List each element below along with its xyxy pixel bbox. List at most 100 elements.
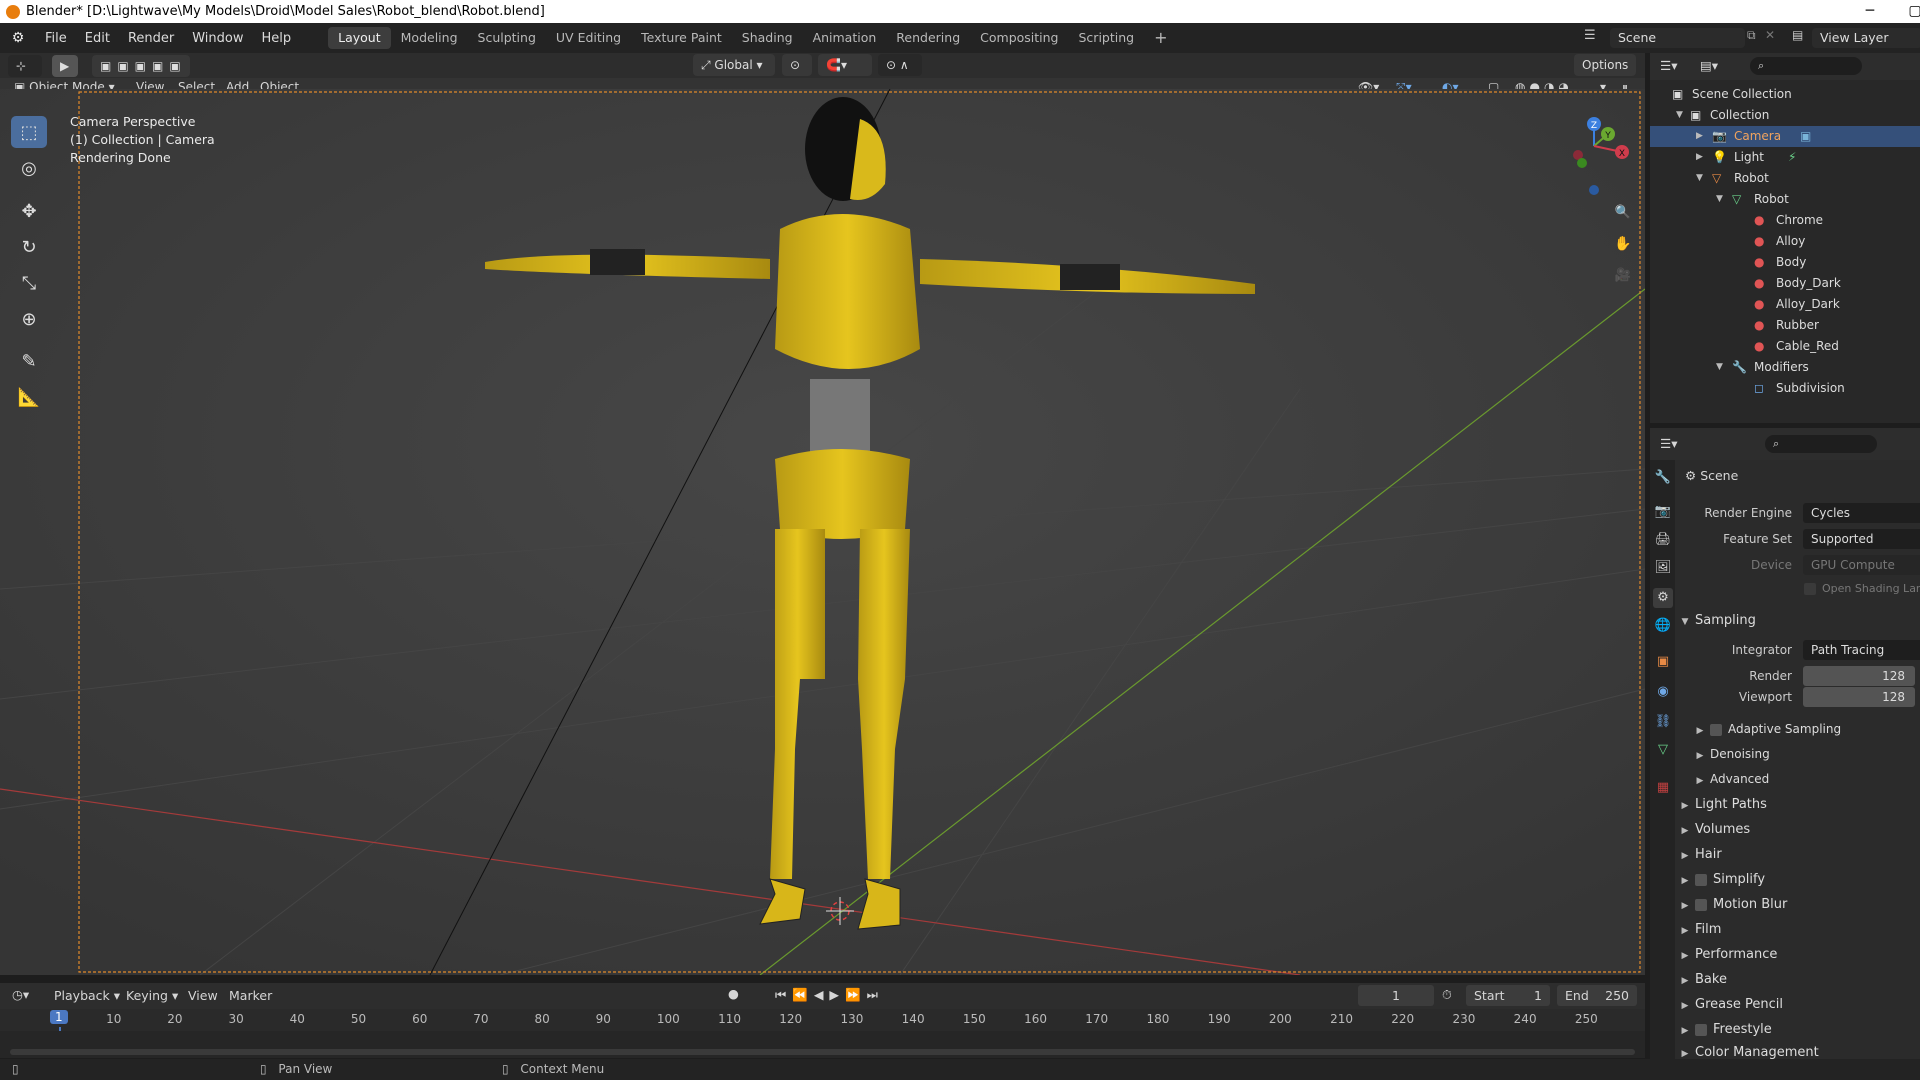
object-tab-icon[interactable]: ▣ <box>1653 652 1673 672</box>
advanced-subpanel[interactable]: ▶ Advanced <box>1690 767 1920 792</box>
editor-type-icon[interactable]: ⊹ <box>8 55 42 77</box>
scene-tab-icon[interactable]: ⚙ <box>1653 588 1673 608</box>
timeline-scrollbar[interactable] <box>10 1049 1635 1055</box>
bake-panel[interactable]: ▶ Bake <box>1675 967 1920 992</box>
tab-compositing[interactable]: Compositing <box>970 27 1068 49</box>
light-data-icon[interactable]: ⚡ <box>1788 147 1796 168</box>
outliner-row-scene-collection[interactable]: ▣ Scene Collection <box>1650 84 1920 105</box>
outliner-row-light[interactable]: ▶ 💡 Light ⚡ <box>1650 147 1920 168</box>
adaptive-sampling-checkbox[interactable] <box>1710 723 1722 736</box>
outliner-row-subdivision[interactable]: ◻ Subdivision <box>1650 378 1920 399</box>
area-divider[interactable] <box>0 975 1645 983</box>
light-paths-panel[interactable]: ▶ Light Paths <box>1675 792 1920 817</box>
outliner-row-material[interactable]: ● Rubber <box>1650 315 1920 336</box>
tab-modeling[interactable]: Modeling <box>391 27 468 49</box>
hair-panel[interactable]: ▶ Hair <box>1675 842 1920 867</box>
snapping-icon[interactable]: 🧲▾ <box>818 54 872 76</box>
minimize-icon[interactable]: ─ <box>1850 0 1890 23</box>
timeline-view-menu[interactable]: View <box>188 988 218 1003</box>
camera-view-icon[interactable]: 🎥 <box>1610 264 1636 288</box>
annotate-tool-icon[interactable]: ✎ <box>11 345 47 377</box>
measure-tool-icon[interactable]: 📐 <box>11 381 47 413</box>
pivot-point-icon[interactable]: ⊙ <box>782 54 812 76</box>
view-layer-icon[interactable]: ▤ <box>1792 28 1803 42</box>
record-icon[interactable]: ● <box>728 986 739 1001</box>
tab-shading[interactable]: Shading <box>732 27 803 49</box>
physics-tab-icon[interactable]: ◉ <box>1653 682 1673 702</box>
camera-data-icon[interactable]: ▣ <box>1800 126 1811 147</box>
scale-tool-icon[interactable]: ⤡ <box>11 267 47 299</box>
scene-selector[interactable]: Scene <box>1610 28 1745 48</box>
outliner-row-collection[interactable]: ▼ ▣ Collection <box>1650 105 1920 126</box>
menu-window[interactable]: Window <box>183 31 252 46</box>
tab-rendering[interactable]: Rendering <box>886 27 970 49</box>
current-frame-indicator[interactable]: 1 <box>50 1010 68 1024</box>
marker-menu[interactable]: Marker <box>229 988 272 1003</box>
feature-set-dropdown[interactable]: Supported <box>1803 529 1920 549</box>
texture-tab-icon[interactable]: ▦ <box>1653 778 1673 798</box>
viewport-samples-field[interactable]: 128 <box>1803 687 1915 707</box>
data-tab-icon[interactable]: ▽ <box>1653 740 1673 760</box>
render-tab-icon[interactable]: 📷 <box>1653 502 1673 522</box>
outliner-row-material[interactable]: ● Body_Dark <box>1650 273 1920 294</box>
sampling-panel-header[interactable]: ▼ Sampling <box>1675 608 1920 633</box>
move-tool-icon[interactable]: ✥ <box>11 195 47 227</box>
freestyle-panel[interactable]: ▶ Freestyle <box>1675 1017 1920 1042</box>
outliner-search-icon[interactable]: ⌕ <box>1750 57 1862 75</box>
menu-file[interactable]: File <box>36 31 76 46</box>
expand-arrow-icon[interactable]: ▶ <box>1696 126 1703 147</box>
selection-mode-icons[interactable]: ▣▣▣▣▣ <box>92 55 190 77</box>
expand-arrow-icon[interactable]: ▼ <box>1716 357 1723 378</box>
options-dropdown[interactable]: Options ▾ <box>1574 54 1636 94</box>
display-mode-icon[interactable]: ▤▾ <box>1700 58 1718 73</box>
expand-arrow-icon[interactable]: ▼ <box>1716 189 1723 210</box>
outliner-row-robot-object[interactable]: ▼ ▽ Robot <box>1650 168 1920 189</box>
tab-layout[interactable]: Layout <box>328 27 391 49</box>
expand-arrow-icon[interactable]: ▶ <box>1696 147 1703 168</box>
menu-edit[interactable]: Edit <box>76 31 119 46</box>
outliner-row-material[interactable]: ● Cable_Red <box>1650 336 1920 357</box>
zoom-icon[interactable]: 🔍 <box>1610 201 1636 225</box>
outliner-row-modifiers[interactable]: ▼ 🔧 Modifiers <box>1650 357 1920 378</box>
timeline-editor-icon[interactable]: ◷▾ <box>12 987 29 1002</box>
device-dropdown[interactable]: GPU Compute <box>1803 555 1920 575</box>
outliner-row-material[interactable]: ● Body <box>1650 252 1920 273</box>
playback-menu[interactable]: Playback ▾ <box>54 988 120 1003</box>
delete-scene-icon[interactable]: ✕ <box>1765 28 1775 42</box>
proportional-edit-icon[interactable]: ⊙ ∧ <box>878 54 922 76</box>
outliner-row-material[interactable]: ● Alloy <box>1650 231 1920 252</box>
menu-render[interactable]: Render <box>119 31 183 46</box>
tool-tab-icon[interactable]: 🔧 <box>1653 468 1673 488</box>
tab-animation[interactable]: Animation <box>803 27 887 49</box>
world-tab-icon[interactable]: 🌐 <box>1653 616 1673 636</box>
volumes-panel[interactable]: ▶ Volumes <box>1675 817 1920 842</box>
orientation-dropdown[interactable]: ⤢ Global ▾ <box>693 54 775 76</box>
tab-sculpting[interactable]: Sculpting <box>468 27 546 49</box>
blender-menu-icon[interactable]: ⚙ <box>0 30 36 46</box>
outliner-row-material[interactable]: ● Chrome <box>1650 210 1920 231</box>
adaptive-sampling-subpanel[interactable]: ▶ Adaptive Sampling <box>1690 717 1920 742</box>
outliner-editor-icon[interactable]: ☰▾ <box>1660 58 1677 73</box>
outliner-row-robot-mesh[interactable]: ▼ ▽ Robot <box>1650 189 1920 210</box>
render-engine-dropdown[interactable]: Cycles <box>1803 503 1920 523</box>
render-samples-field[interactable]: 128 <box>1803 666 1915 686</box>
performance-panel[interactable]: ▶ Performance <box>1675 942 1920 967</box>
film-panel[interactable]: ▶ Film <box>1675 917 1920 942</box>
expand-arrow-icon[interactable]: ▼ <box>1676 105 1683 126</box>
current-frame-field[interactable]: 1 <box>1358 985 1434 1006</box>
menu-help[interactable]: Help <box>253 31 301 46</box>
tab-uv-editing[interactable]: UV Editing <box>546 27 631 49</box>
cursor-tool-icon[interactable]: ◎ <box>11 152 47 184</box>
outliner-row-material[interactable]: ● Alloy_Dark <box>1650 294 1920 315</box>
scene-icon[interactable]: ☰ <box>1584 28 1596 43</box>
duplicate-scene-icon[interactable]: ⧉ <box>1747 28 1756 43</box>
osl-checkbox[interactable]: Open Shading Lang <box>1804 578 1920 600</box>
motion-blur-checkbox[interactable] <box>1695 898 1707 911</box>
properties-search-icon[interactable]: ⌕ <box>1765 435 1877 453</box>
active-tool-icon[interactable]: ▶ <box>52 55 78 77</box>
constraints-tab-icon[interactable]: ⛓ <box>1653 712 1673 732</box>
view-layer-tab-icon[interactable]: 🖼 <box>1653 558 1673 578</box>
simplify-panel[interactable]: ▶ Simplify <box>1675 867 1920 892</box>
keying-menu[interactable]: Keying ▾ <box>126 988 178 1003</box>
3d-viewport[interactable]: Z Y X Camera Perspective (1) Collection … <box>0 89 1645 975</box>
